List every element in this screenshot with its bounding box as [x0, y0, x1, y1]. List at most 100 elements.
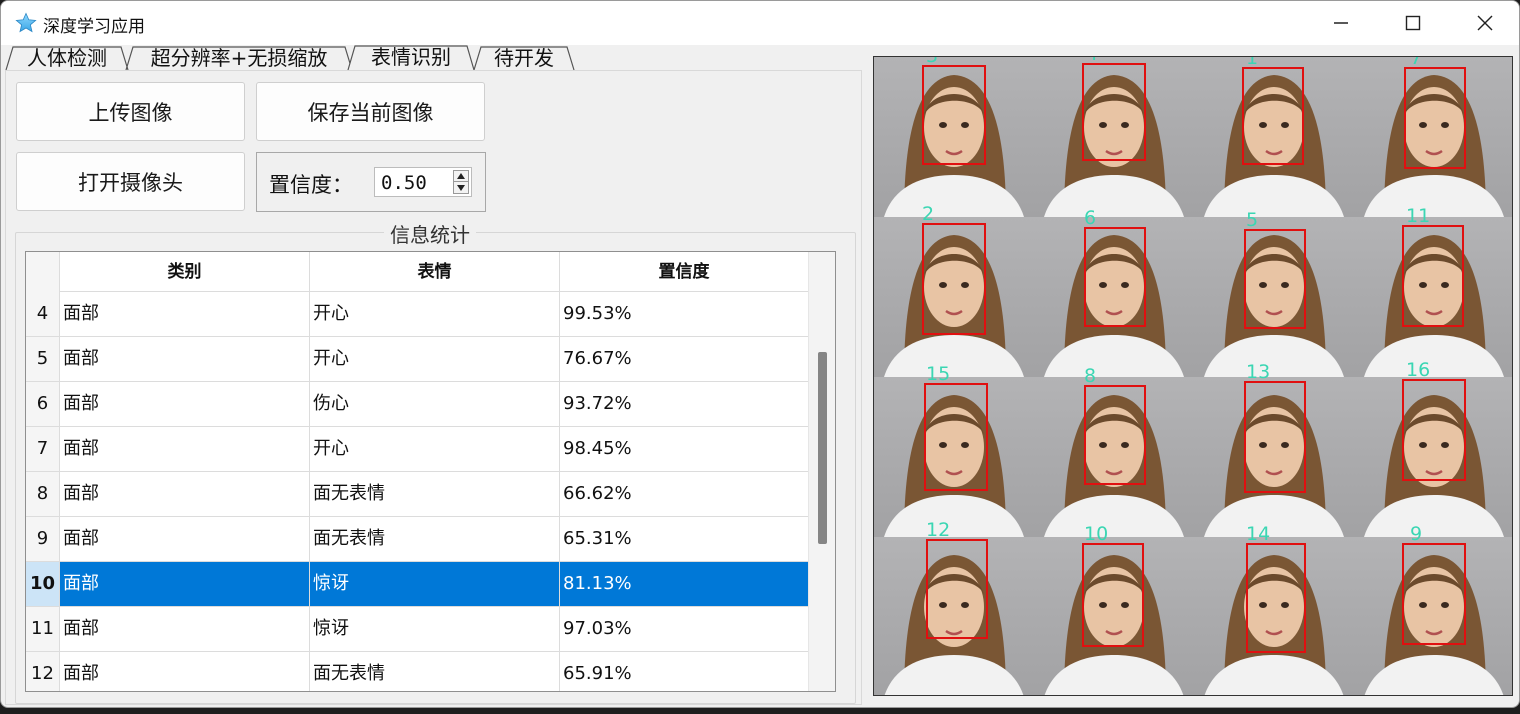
- face-bounding-box: [922, 223, 986, 335]
- table-row[interactable]: 4 面部 开心 99.53%: [26, 292, 808, 337]
- table-row[interactable]: 6 面部 伤心 93.72%: [26, 382, 808, 427]
- expression-cell[interactable]: 惊讶: [310, 562, 560, 606]
- maximize-icon: [1405, 15, 1421, 31]
- table-row[interactable]: 8 面部 面无表情 66.62%: [26, 472, 808, 517]
- confidence-spinbox[interactable]: 0.50: [374, 167, 472, 197]
- face-bounding-box: [926, 539, 988, 639]
- tab-super-resolution[interactable]: 超分辨率+无损缩放: [125, 45, 353, 71]
- face-id-label: 7: [1410, 56, 1423, 69]
- face-bounding-box: [1082, 63, 1146, 161]
- face-tile: 3: [874, 57, 1034, 217]
- title-bar: 深度学习应用: [1, 1, 1519, 45]
- save-image-button[interactable]: 保存当前图像: [256, 82, 485, 141]
- expression-cell[interactable]: 面无表情: [310, 472, 560, 516]
- category-cell[interactable]: 面部: [60, 292, 310, 336]
- expression-cell[interactable]: 面无表情: [310, 517, 560, 561]
- face-tile: 16: [1354, 359, 1512, 537]
- expression-cell[interactable]: 伤心: [310, 382, 560, 426]
- upload-image-button[interactable]: 上传图像: [16, 82, 245, 141]
- confidence-cell[interactable]: 76.67%: [560, 337, 808, 381]
- confidence-cell[interactable]: 66.62%: [560, 472, 808, 516]
- category-cell[interactable]: 面部: [60, 517, 310, 561]
- expression-cell[interactable]: 惊讶: [310, 607, 560, 651]
- tab-label: 待开发: [494, 46, 554, 70]
- table-row[interactable]: 12 面部 面无表情 65.91%: [26, 652, 808, 691]
- face-bounding-box: [922, 65, 986, 165]
- face-id-label: 5: [1246, 209, 1259, 231]
- confidence-label: 置信度：: [269, 173, 353, 197]
- confidence-value[interactable]: 0.50: [381, 172, 427, 194]
- face-tile: 7: [1354, 56, 1512, 217]
- spin-up-button[interactable]: [453, 170, 469, 182]
- expression-cell[interactable]: 开心: [310, 292, 560, 336]
- face-id-label: 2: [922, 203, 935, 225]
- row-header[interactable]: 7: [26, 427, 60, 471]
- row-header[interactable]: 5: [26, 337, 60, 381]
- column-header-category[interactable]: 类别: [60, 252, 310, 292]
- category-cell[interactable]: 面部: [60, 472, 310, 516]
- face-bounding-box: [1402, 225, 1464, 327]
- face-id-label: 12: [926, 519, 951, 541]
- maximize-button[interactable]: [1377, 1, 1449, 45]
- category-cell[interactable]: 面部: [60, 607, 310, 651]
- row-header[interactable]: 11: [26, 607, 60, 651]
- confidence-cell[interactable]: 65.31%: [560, 517, 808, 561]
- expression-cell[interactable]: 开心: [310, 427, 560, 471]
- column-header-expression[interactable]: 表情: [310, 252, 560, 292]
- face-tile: 8: [1034, 365, 1194, 537]
- tab-to-be-developed[interactable]: 待开发: [473, 45, 575, 71]
- confidence-cell[interactable]: 99.53%: [560, 292, 808, 336]
- expression-cell[interactable]: 面无表情: [310, 652, 560, 691]
- category-cell[interactable]: 面部: [60, 562, 310, 606]
- minimize-button[interactable]: [1305, 1, 1377, 45]
- confidence-cell[interactable]: 97.03%: [560, 607, 808, 651]
- confidence-cell[interactable]: 65.91%: [560, 652, 808, 691]
- main-window: 深度学习应用 人体检测 超分辨率+无损缩放 表情识别 待开发 上传图像 保存当前…: [0, 0, 1520, 708]
- tab-expression-recognition[interactable]: 表情识别: [347, 45, 475, 71]
- face-bounding-box: [1242, 67, 1304, 165]
- face-tile: 10: [1034, 523, 1194, 695]
- face-bounding-box: [1084, 385, 1146, 485]
- table-row[interactable]: 10 面部 惊讶 81.13%: [26, 562, 808, 607]
- row-header[interactable]: 9: [26, 517, 60, 561]
- category-cell[interactable]: 面部: [60, 652, 310, 691]
- face-id-label: 11: [1406, 205, 1431, 227]
- row-header[interactable]: 4: [26, 292, 60, 336]
- confidence-cell[interactable]: 98.45%: [560, 427, 808, 471]
- category-cell[interactable]: 面部: [60, 337, 310, 381]
- confidence-cell[interactable]: 81.13%: [560, 562, 808, 606]
- window-title: 深度学习应用: [43, 17, 145, 37]
- face-tile: 9: [1354, 523, 1512, 695]
- face-bounding-box: [1404, 67, 1466, 169]
- category-cell[interactable]: 面部: [60, 382, 310, 426]
- face-id-label: 8: [1084, 365, 1097, 387]
- tab-body-detection[interactable]: 人体检测: [5, 45, 129, 71]
- row-header[interactable]: 8: [26, 472, 60, 516]
- table-corner[interactable]: [26, 252, 60, 292]
- spin-buttons: [453, 170, 469, 194]
- face-id-label: 10: [1084, 523, 1109, 545]
- face-id-label: 3: [926, 56, 939, 67]
- table-row[interactable]: 9 面部 面无表情 65.31%: [26, 517, 808, 562]
- column-header-confidence[interactable]: 置信度: [560, 252, 808, 292]
- row-header[interactable]: 6: [26, 382, 60, 426]
- scrollbar-thumb[interactable]: [818, 352, 827, 544]
- row-header[interactable]: 10: [26, 562, 60, 606]
- face-id-label: 15: [926, 363, 951, 385]
- confidence-cell[interactable]: 93.72%: [560, 382, 808, 426]
- triangle-up-icon: [457, 173, 465, 179]
- face-tile: 12: [874, 519, 1034, 695]
- spin-down-button[interactable]: [453, 182, 469, 194]
- close-button[interactable]: [1449, 1, 1519, 45]
- face-tile: 13: [1194, 361, 1354, 537]
- category-cell[interactable]: 面部: [60, 427, 310, 471]
- expression-cell[interactable]: 开心: [310, 337, 560, 381]
- table-row[interactable]: 7 面部 开心 98.45%: [26, 427, 808, 472]
- stats-table[interactable]: 类别 表情 置信度 4 面部 开心 99.53% 5 面部 开心 76.67% 6 面部 伤心 93.…: [25, 251, 836, 692]
- table-row[interactable]: 11 面部 惊讶 97.03%: [26, 607, 808, 652]
- table-scrollbar[interactable]: [808, 252, 835, 691]
- open-camera-button[interactable]: 打开摄像头: [16, 152, 245, 211]
- tab-bar: 人体检测 超分辨率+无损缩放 表情识别 待开发: [1, 45, 871, 71]
- table-row[interactable]: 5 面部 开心 76.67%: [26, 337, 808, 382]
- row-header[interactable]: 12: [26, 652, 60, 691]
